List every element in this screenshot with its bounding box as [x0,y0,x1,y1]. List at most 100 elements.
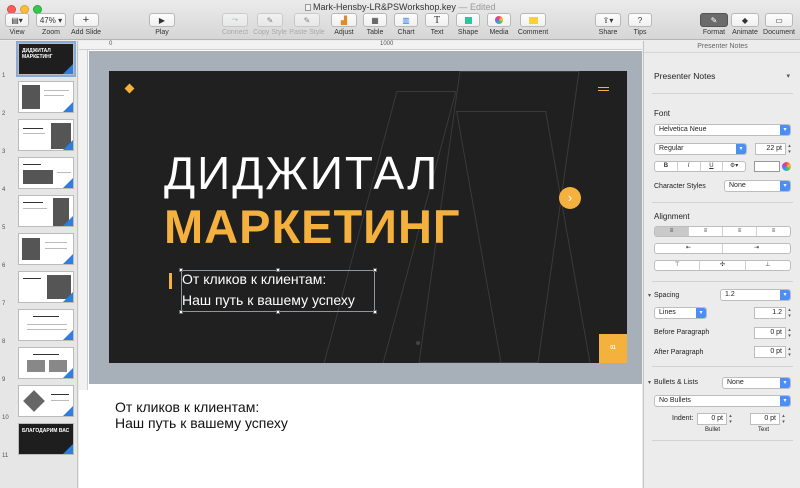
resize-handle[interactable] [373,268,377,272]
connect-button[interactable]: ⤳ Connect [220,13,250,36]
character-styles-select[interactable]: None ▾ [724,180,791,192]
format-button[interactable]: ✎ Format [699,13,729,36]
slide-subtitle-line-2[interactable]: Наш путь к вашему успеху [182,292,355,309]
slide-thumbnail-11[interactable]: 11 БЛАГОДАРИМ ВАС [0,421,77,459]
align-justify-icon[interactable]: ≡ [757,227,790,236]
slide-thumbnail-3[interactable]: 3 [0,117,77,155]
tips-button[interactable]: ? Tips [627,13,653,36]
presenter-notes[interactable]: От кликов к клиентам: Наш путь к вашему … [115,399,288,431]
adjust-button[interactable]: ▟ Adjust [330,13,358,36]
resize-handle[interactable] [373,310,377,314]
align-left-icon[interactable]: ≡ [655,227,689,236]
connect-icon: ⤳ [222,13,248,27]
slide-thumbnail-2[interactable]: 2 [0,79,77,117]
after-paragraph-field[interactable]: 0 pt [754,346,786,358]
bullet-type-select[interactable]: No Bullets ▾ [654,395,791,407]
slide-canvas[interactable]: 0 1000 ДИДЖИТАЛ МАРКЕТИНГ От кликов к кл… [79,41,642,488]
slide-thumbnail-6[interactable]: 6 [0,231,77,269]
chevron-down-icon: ▾ [780,290,790,300]
resize-handle[interactable] [179,310,183,314]
share-button[interactable]: ⇪▾ Share [594,13,622,36]
text-indent-field[interactable]: 0 pt [750,413,780,425]
align-center-icon[interactable]: ≡ [689,227,723,236]
color-wheel-icon[interactable] [782,162,791,171]
animate-button[interactable]: ◆ Animate [730,13,760,36]
font-family-select[interactable]: Helvetica Neue ▾ [654,124,791,136]
slide-thumbnail-1[interactable]: 1 ДИДЖИТАЛ МАРКЕТИНГ [0,41,77,79]
chevron-down-icon: ▾ [696,308,706,318]
document-panel-icon: ▭ [765,13,793,27]
zoom-select[interactable]: 47% ▾ [36,13,66,27]
slide-thumbnail-4[interactable]: 4 [0,155,77,193]
underline-button[interactable]: U [701,162,724,171]
slide-title-line-2[interactable]: МАРКЕТИНГ [164,201,461,253]
text-indent-stepper[interactable]: ▴ ▾ [780,413,787,425]
slide-thumbnail-8[interactable]: 8 [0,307,77,345]
align-top-icon[interactable]: ⊤ [655,261,701,270]
bullet-indent-stepper[interactable]: ▴ ▾ [727,413,734,425]
character-styles-label: Character Styles [654,183,706,190]
spacing-label: Spacing [654,292,680,299]
disclosure-triangle-icon[interactable]: ▾ [648,292,651,299]
resize-handle[interactable] [276,310,280,314]
accent-bar [169,273,172,289]
font-size-field[interactable]: 22 pt [755,143,786,155]
slide[interactable]: ДИДЖИТАЛ МАРКЕТИНГ От кликов к клиентам:… [109,71,627,363]
paintbrush-icon: ✎ [700,13,728,27]
after-paragraph-stepper[interactable]: ▴ ▾ [786,346,793,358]
decrease-indent-icon[interactable]: ⇤ [655,244,723,253]
shape-icon [456,13,480,27]
view-button[interactable]: ▤▾ View [3,13,31,36]
shape-button[interactable]: Shape [455,13,481,36]
after-paragraph-label: After Paragraph [654,349,704,356]
paste-style-button[interactable]: ✎ Paste Style [289,13,325,36]
media-button[interactable]: Media [486,13,512,36]
comment-button[interactable]: Comment [516,13,550,36]
horizontal-ruler[interactable]: 0 1000 [79,41,642,50]
italic-button[interactable]: I [678,162,701,171]
paragraph-style-name[interactable]: Presenter Notes [654,71,715,81]
before-paragraph-stepper[interactable]: ▴ ▾ [786,327,793,339]
slide-thumbnail-10[interactable]: 10 [0,383,77,421]
align-middle-icon[interactable]: ✣ [700,261,746,270]
spacing-select[interactable]: 1.2 ▾ [720,289,791,301]
disclosure-triangle-icon[interactable]: ▾ [648,379,651,386]
align-bottom-icon[interactable]: ⊥ [746,261,790,270]
font-style-select[interactable]: Regular ▾ [654,143,747,155]
slide-thumbnail-7[interactable]: 7 [0,269,77,307]
zoom-button[interactable]: 47% ▾ Zoom [35,13,67,36]
font-size-stepper[interactable]: ▴ ▾ [786,143,793,155]
text-style-buttons: B I U ⚙▾ [654,161,746,172]
vertical-ruler[interactable] [79,50,88,390]
slide-thumbnail-9[interactable]: 9 [0,345,77,383]
text-color-well[interactable] [754,161,780,172]
tips-icon: ? [628,13,652,27]
line-spacing-field[interactable]: 1.2 [754,307,786,319]
add-slide-button[interactable]: + Add Slide [70,13,102,36]
arrow-right-icon: › [559,187,581,209]
chart-button[interactable]: ▥ Chart [393,13,419,36]
play-button[interactable]: ▶ Play [148,13,176,36]
bullet-indent-field[interactable]: 0 pt [697,413,727,425]
slide-subtitle-line-1[interactable]: От кликов к клиентам: [182,271,326,288]
slide-title-line-1[interactable]: ДИДЖИТАЛ [164,148,439,198]
line-spacing-stepper[interactable]: ▴ ▾ [786,307,793,319]
bullets-lists-select[interactable]: None ▾ [722,377,791,389]
increase-indent-icon[interactable]: ⇥ [723,244,790,253]
gear-icon[interactable]: ⚙▾ [723,162,745,171]
document-icon [304,4,311,11]
document-button[interactable]: ▭ Document [761,13,797,36]
copy-style-button[interactable]: ✎ Copy Style [252,13,288,36]
bold-button[interactable]: B [655,162,678,171]
text-button[interactable]: T Text [424,13,450,36]
before-paragraph-field[interactable]: 0 pt [754,327,786,339]
slide-thumbnail-5[interactable]: 5 [0,193,77,231]
align-right-icon[interactable]: ≡ [723,227,757,236]
chevron-down-icon[interactable]: ▾ [786,72,790,80]
comment-icon [520,13,546,27]
chart-icon: ▥ [394,13,418,27]
table-button[interactable]: ▦ Table [362,13,388,36]
slide-thumbnail-preview [18,271,74,303]
slide-thumbnail-preview [18,309,74,341]
line-spacing-mode-select[interactable]: Lines ▾ [654,307,707,319]
